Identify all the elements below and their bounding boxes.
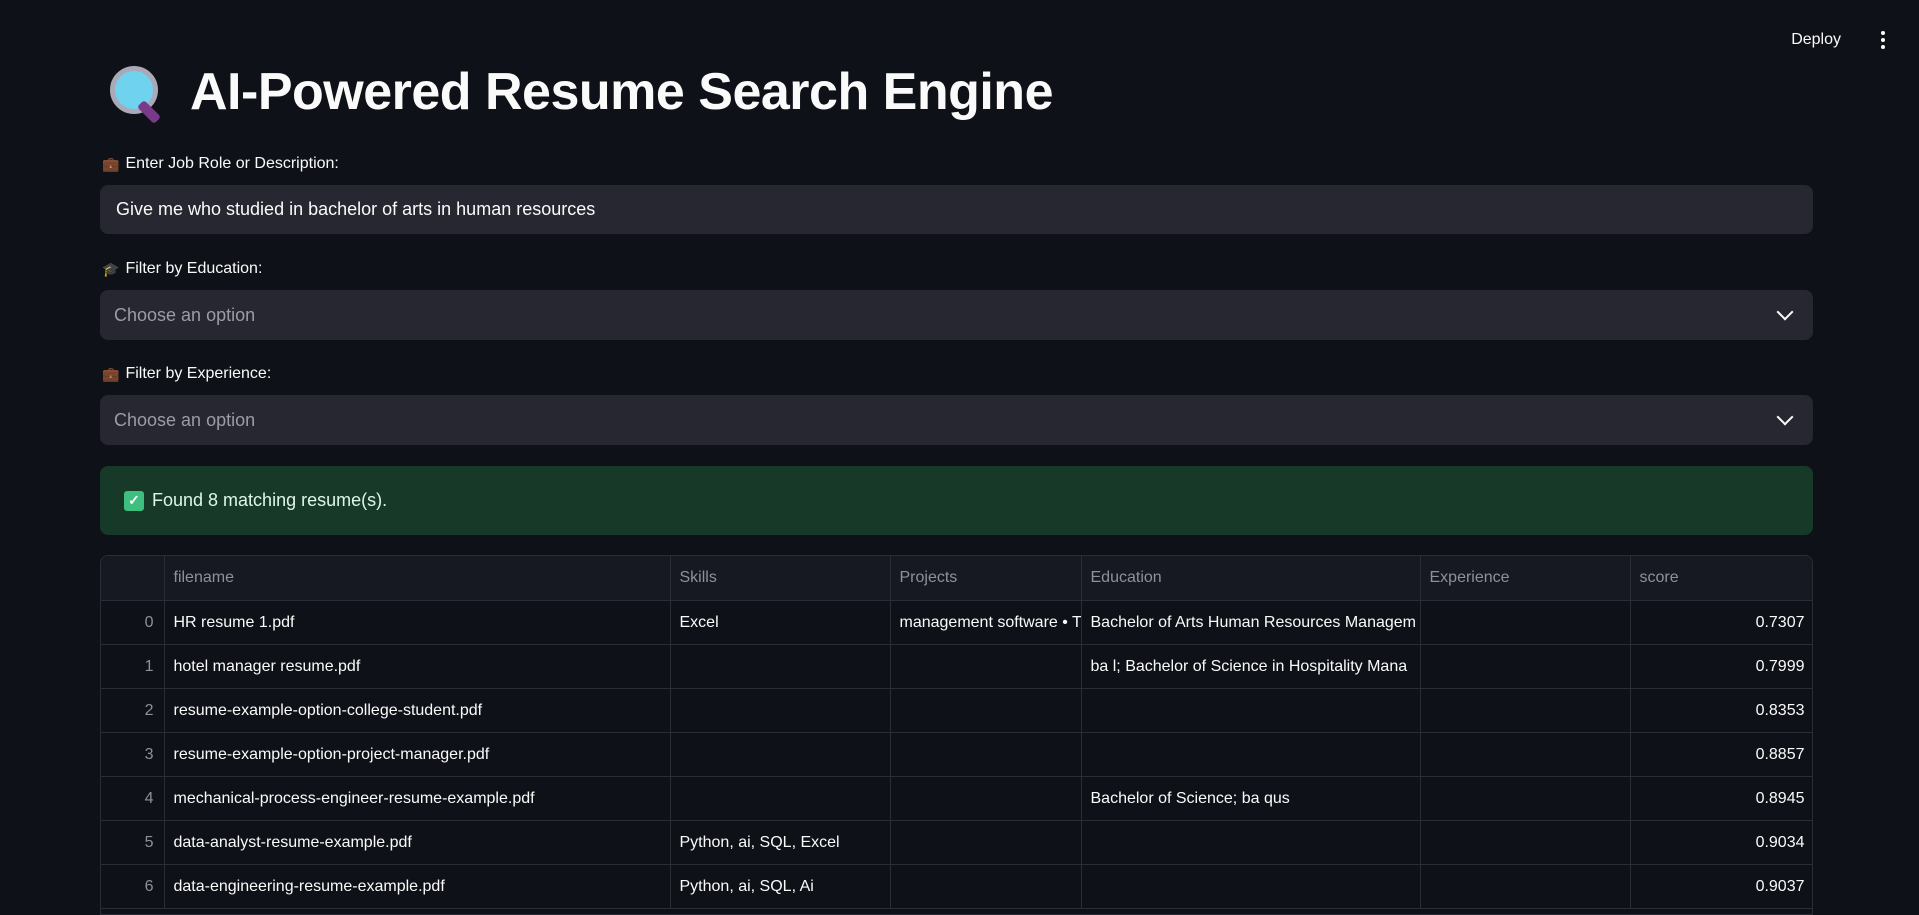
row-index: 0 bbox=[101, 600, 165, 645]
cell-score[interactable]: 0.7307 bbox=[1629, 600, 1812, 645]
education-filter-label: 🎓 Filter by Education: bbox=[102, 260, 263, 277]
row-index: 2 bbox=[101, 688, 165, 733]
cell-skills[interactable]: Excel bbox=[669, 600, 891, 645]
cell-education[interactable]: Bachelor of Arts Human Resources Managem bbox=[1080, 600, 1421, 645]
magnifying-glass-icon bbox=[106, 62, 166, 125]
cell-experience[interactable] bbox=[1419, 732, 1631, 777]
results-table[interactable]: filename Skills Projects Education Exper… bbox=[100, 555, 1813, 915]
experience-filter-placeholder: Choose an option bbox=[114, 409, 256, 430]
cell-projects[interactable] bbox=[889, 688, 1082, 733]
page-title: AI-Powered Resume Search Engine bbox=[106, 62, 1054, 125]
table-row[interactable]: 5 data-analyst-resume-example.pdf Python… bbox=[101, 820, 1812, 865]
cell-filename[interactable]: resume-example-option-college-student.pd… bbox=[163, 688, 671, 733]
cell-experience[interactable] bbox=[1419, 688, 1631, 733]
cell-skills[interactable] bbox=[669, 688, 891, 733]
cell-projects[interactable] bbox=[889, 732, 1082, 777]
cell-score[interactable]: 0.8353 bbox=[1629, 688, 1812, 733]
cell-education[interactable] bbox=[1080, 864, 1421, 909]
cell-score[interactable]: 0.7999 bbox=[1629, 644, 1812, 689]
cell-experience[interactable] bbox=[1419, 600, 1631, 645]
cell-skills[interactable]: Python, ai, SQL, Ai bbox=[669, 864, 891, 909]
cell-education[interactable]: ba l; Bachelor of Science in Hospitality… bbox=[1080, 644, 1421, 689]
graduation-cap-icon: 🎓 bbox=[102, 260, 120, 277]
cell-filename[interactable]: data-analyst-resume-example.pdf bbox=[163, 820, 671, 865]
cell-filename[interactable]: hotel manager resume.pdf bbox=[163, 644, 671, 689]
cell-experience[interactable] bbox=[1419, 864, 1631, 909]
table-row[interactable]: 6 data-engineering-resume-example.pdf Py… bbox=[101, 864, 1812, 909]
top-toolbar: Deploy bbox=[1591, 0, 1919, 80]
column-header-projects[interactable]: Projects bbox=[889, 556, 1082, 601]
column-header-education[interactable]: Education bbox=[1080, 556, 1421, 601]
cell-filename[interactable]: mechanical-process-engineer-resume-examp… bbox=[163, 776, 671, 821]
table-row[interactable]: 2 resume-example-option-college-student.… bbox=[101, 688, 1812, 733]
education-filter-select[interactable]: Choose an option bbox=[100, 290, 1813, 340]
cell-skills[interactable]: Python, ai, SQL, Excel bbox=[669, 820, 891, 865]
check-box-icon: ✓ bbox=[124, 490, 144, 511]
cell-filename[interactable]: HR resume 1.pdf bbox=[163, 600, 671, 645]
cell-skills[interactable] bbox=[669, 644, 891, 689]
cell-education[interactable] bbox=[1080, 820, 1421, 865]
experience-filter-select[interactable]: Choose an option bbox=[100, 395, 1813, 445]
column-header-score[interactable]: score bbox=[1629, 556, 1812, 601]
cell-education[interactable]: Bachelor of Science; ba qus bbox=[1080, 776, 1421, 821]
education-filter-placeholder: Choose an option bbox=[114, 304, 256, 325]
kebab-menu-icon[interactable] bbox=[1875, 27, 1891, 53]
cell-projects[interactable]: management software • T bbox=[889, 600, 1082, 645]
cell-experience[interactable] bbox=[1419, 644, 1631, 689]
column-header-skills[interactable]: Skills bbox=[669, 556, 891, 601]
table-row[interactable]: 1 hotel manager resume.pdf ba l; Bachelo… bbox=[101, 644, 1812, 689]
column-header-experience[interactable]: Experience bbox=[1419, 556, 1631, 601]
row-index: 6 bbox=[101, 864, 165, 909]
cell-projects[interactable] bbox=[889, 820, 1082, 865]
row-index: 1 bbox=[101, 644, 165, 689]
row-index: 3 bbox=[101, 732, 165, 777]
cell-projects[interactable] bbox=[889, 776, 1082, 821]
cell-skills[interactable] bbox=[669, 776, 891, 821]
experience-filter-label: 💼 Filter by Experience: bbox=[102, 365, 272, 382]
job-input-label: 💼 Enter Job Role or Description: bbox=[102, 155, 339, 172]
cell-score[interactable]: 0.9034 bbox=[1629, 820, 1812, 865]
cell-score[interactable]: 0.9037 bbox=[1629, 864, 1812, 909]
cell-education[interactable] bbox=[1080, 688, 1421, 733]
cell-filename[interactable]: resume-example-option-project-manager.pd… bbox=[163, 732, 671, 777]
cell-experience[interactable] bbox=[1419, 820, 1631, 865]
cell-skills[interactable] bbox=[669, 732, 891, 777]
cell-score[interactable]: 0.8945 bbox=[1629, 776, 1812, 821]
success-message: Found 8 matching resume(s). bbox=[152, 490, 388, 510]
cell-filename[interactable]: data-engineering-resume-example.pdf bbox=[163, 864, 671, 909]
column-header-filename[interactable]: filename bbox=[163, 556, 671, 601]
page-title-text: AI-Powered Resume Search Engine bbox=[190, 63, 1054, 121]
deploy-button[interactable]: Deploy bbox=[1791, 31, 1841, 49]
chevron-down-icon bbox=[1776, 408, 1794, 426]
cell-score[interactable]: 0.8857 bbox=[1629, 732, 1812, 777]
briefcase-icon: 💼 bbox=[102, 155, 120, 172]
row-index: 4 bbox=[101, 776, 165, 821]
column-header-index[interactable] bbox=[101, 556, 165, 601]
cell-experience[interactable] bbox=[1419, 776, 1631, 821]
job-description-value: Give me who studied in bachelor of arts … bbox=[116, 199, 596, 219]
cell-projects[interactable] bbox=[889, 644, 1082, 689]
briefcase-icon: 💼 bbox=[102, 365, 120, 382]
cell-education[interactable] bbox=[1080, 732, 1421, 777]
table-row[interactable]: 4 mechanical-process-engineer-resume-exa… bbox=[101, 776, 1812, 821]
row-index: 5 bbox=[101, 820, 165, 865]
table-header-row: filename Skills Projects Education Exper… bbox=[101, 556, 1812, 601]
table-row[interactable]: 0 HR resume 1.pdf Excel management softw… bbox=[101, 600, 1812, 645]
cell-projects[interactable] bbox=[889, 864, 1082, 909]
table-row[interactable]: 3 resume-example-option-project-manager.… bbox=[101, 732, 1812, 777]
chevron-down-icon bbox=[1776, 303, 1794, 321]
job-description-input[interactable]: Give me who studied in bachelor of arts … bbox=[100, 185, 1813, 234]
success-alert: ✓ Found 8 matching resume(s). bbox=[100, 466, 1813, 535]
